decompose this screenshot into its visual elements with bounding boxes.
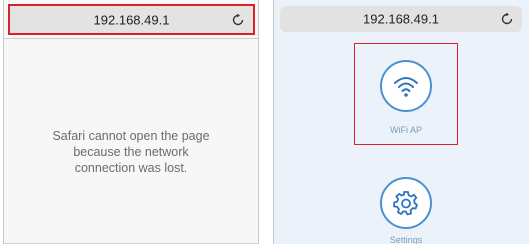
gear-icon	[393, 191, 418, 216]
url-text: 192.168.49.1	[363, 11, 439, 27]
reload-icon[interactable]	[231, 13, 245, 27]
reload-icon[interactable]	[500, 12, 514, 26]
address-bar[interactable]: 192.168.49.1	[280, 6, 522, 32]
error-line: connection was lost.	[74, 161, 188, 175]
right-browser-screen: 192.168.49.1 WiFi AP Settings	[273, 0, 529, 244]
url-text: 192.168.49.1	[93, 12, 170, 27]
settings-label: Settings	[389, 235, 423, 244]
left-browser-screen: 192.168.49.1 Safari cannot open the page…	[3, 0, 259, 244]
error-message: Safari cannot open the page because the …	[24, 128, 238, 176]
toolbar-divider	[4, 38, 258, 39]
error-line: Safari cannot open the page	[52, 129, 210, 143]
wifi-icon	[394, 77, 418, 97]
address-bar[interactable]: 192.168.49.1	[8, 4, 255, 35]
wifi-ap-button[interactable]	[380, 60, 432, 112]
wifi-ap-label: WiFi AP	[389, 125, 422, 135]
settings-button[interactable]	[380, 177, 432, 229]
error-line: because the network	[73, 145, 189, 159]
